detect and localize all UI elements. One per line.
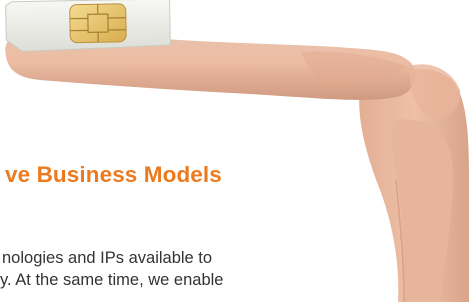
sim-card	[5, 0, 171, 53]
body-text-line: y. At the same time, we enable	[0, 271, 224, 289]
sim-chip	[69, 3, 127, 44]
headline: ve Business Models	[5, 162, 222, 187]
body-text-line: nologies and IPs available to	[2, 249, 213, 267]
